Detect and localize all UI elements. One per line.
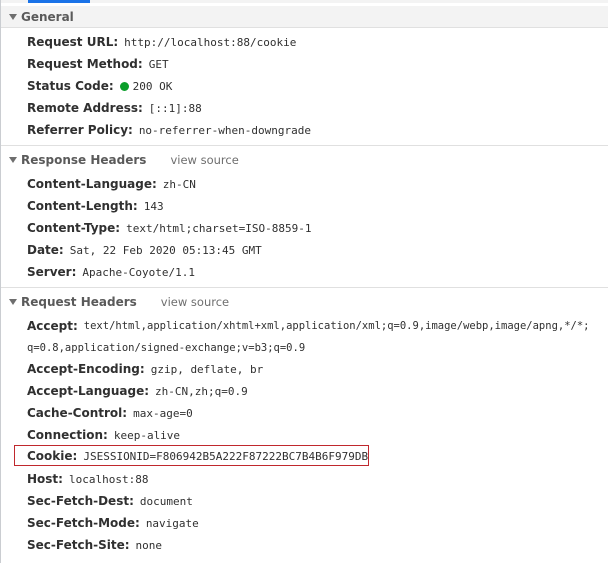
header-value: keep-alive — [113, 428, 181, 442]
expand-triangle-icon — [9, 157, 17, 163]
header-value: no-referrer-when-downgrade — [138, 123, 311, 137]
general-row-request-url: Request URL: http://localhost:88/cookie — [27, 32, 296, 52]
request-row-connection: Connection: keep-alive — [27, 425, 180, 445]
response-row-content-type: Content-Type: text/html;charset=ISO-8859… — [27, 218, 312, 238]
header-value: max-age=0 — [133, 406, 193, 420]
header-value: Apache-Coyote/1.1 — [82, 265, 195, 279]
section-divider — [1, 287, 608, 288]
general-row-referrer-policy: Referrer Policy: no-referrer-when-downgr… — [27, 120, 311, 140]
panel-left-border — [0, 0, 1, 563]
header-value: document — [139, 494, 193, 508]
header-value: navigate — [145, 516, 199, 530]
request-headers-section-header[interactable]: Request Headers view source — [1, 291, 608, 313]
response-view-source-link[interactable]: view source — [170, 153, 238, 167]
request-row-sec-fetch-site: Sec-Fetch-Site: none — [27, 535, 162, 555]
header-name: Request Method: — [27, 57, 143, 71]
header-name: Content-Type: — [27, 221, 121, 235]
request-row-accept-continued: q=0.8,application/signed-exchange;v=b3;q… — [27, 338, 305, 358]
response-row-date: Date: Sat, 22 Feb 2020 05:13:45 GMT — [27, 240, 262, 260]
header-value: 200 OK — [132, 79, 173, 93]
header-name: Remote Address: — [27, 101, 143, 115]
general-section-title: General — [21, 9, 74, 24]
response-headers-title: Response Headers — [21, 153, 147, 167]
header-value: http://localhost:88/cookie — [124, 35, 297, 49]
header-value: GET — [148, 57, 169, 71]
header-name: Referrer Policy: — [27, 123, 133, 137]
general-row-status-code: Status Code: 200 OK — [27, 76, 172, 96]
request-row-accept-encoding: Accept-Encoding: gzip, deflate, br — [27, 359, 263, 379]
header-value: text/html,application/xhtml+xml,applicat… — [83, 320, 590, 332]
general-row-remote-address: Remote Address: [::1]:88 — [27, 98, 202, 118]
cookie-highlight-box — [14, 445, 369, 466]
header-name: Sec-Fetch-Mode: — [27, 516, 140, 530]
header-name: Connection: — [27, 428, 108, 442]
header-value: Sat, 22 Feb 2020 05:13:45 GMT — [69, 243, 262, 257]
header-name: Status Code: — [27, 79, 114, 93]
expand-triangle-icon — [9, 13, 17, 20]
response-row-content-length: Content-Length: 143 — [27, 196, 164, 216]
header-name: Server: — [27, 265, 77, 279]
section-divider — [1, 145, 608, 146]
request-row-sec-fetch-dest: Sec-Fetch-Dest: document — [27, 491, 193, 511]
expand-triangle-icon — [9, 299, 17, 305]
header-value: [::1]:88 — [148, 101, 202, 115]
header-name: Sec-Fetch-Site: — [27, 538, 130, 552]
header-value: gzip, deflate, br — [150, 362, 264, 376]
header-name: Sec-Fetch-Dest: — [27, 494, 134, 508]
request-row-accept-language: Accept-Language: zh-CN,zh;q=0.9 — [27, 381, 248, 401]
header-value: zh-CN — [162, 177, 196, 191]
request-row-cache-control: Cache-Control: max-age=0 — [27, 403, 193, 423]
header-value: localhost:88 — [68, 472, 149, 486]
header-value: 143 — [143, 199, 164, 213]
general-section-header[interactable]: General — [1, 6, 608, 28]
active-tab-indicator — [28, 0, 90, 3]
general-row-request-method: Request Method: GET — [27, 54, 169, 74]
header-name: Content-Length: — [27, 199, 138, 213]
response-row-content-language: Content-Language: zh-CN — [27, 174, 196, 194]
header-name: Accept-Encoding: — [27, 362, 145, 376]
request-headers-title: Request Headers — [21, 295, 137, 309]
request-view-source-link[interactable]: view source — [161, 295, 229, 309]
header-value: text/html;charset=ISO-8859-1 — [126, 221, 312, 235]
tab-strip — [0, 0, 608, 3]
request-row-accept: Accept: text/html,application/xhtml+xml,… — [27, 316, 590, 336]
response-row-server: Server: Apache-Coyote/1.1 — [27, 262, 195, 282]
header-name: Cache-Control: — [27, 406, 128, 420]
header-value: q=0.8,application/signed-exchange;v=b3;q… — [27, 342, 306, 354]
header-name: Content-Language: — [27, 177, 157, 191]
response-headers-section-header[interactable]: Response Headers view source — [1, 149, 608, 171]
status-ok-icon — [119, 81, 129, 91]
header-name: Accept-Language: — [27, 384, 150, 398]
header-name: Date: — [27, 243, 64, 257]
header-value: none — [135, 538, 163, 552]
header-name: Accept: — [27, 319, 78, 333]
header-name: Host: — [27, 472, 63, 486]
header-name: Request URL: — [27, 35, 119, 49]
header-value: zh-CN,zh;q=0.9 — [155, 384, 248, 398]
request-row-host: Host: localhost:88 — [27, 469, 148, 489]
request-row-sec-fetch-mode: Sec-Fetch-Mode: navigate — [27, 513, 199, 533]
